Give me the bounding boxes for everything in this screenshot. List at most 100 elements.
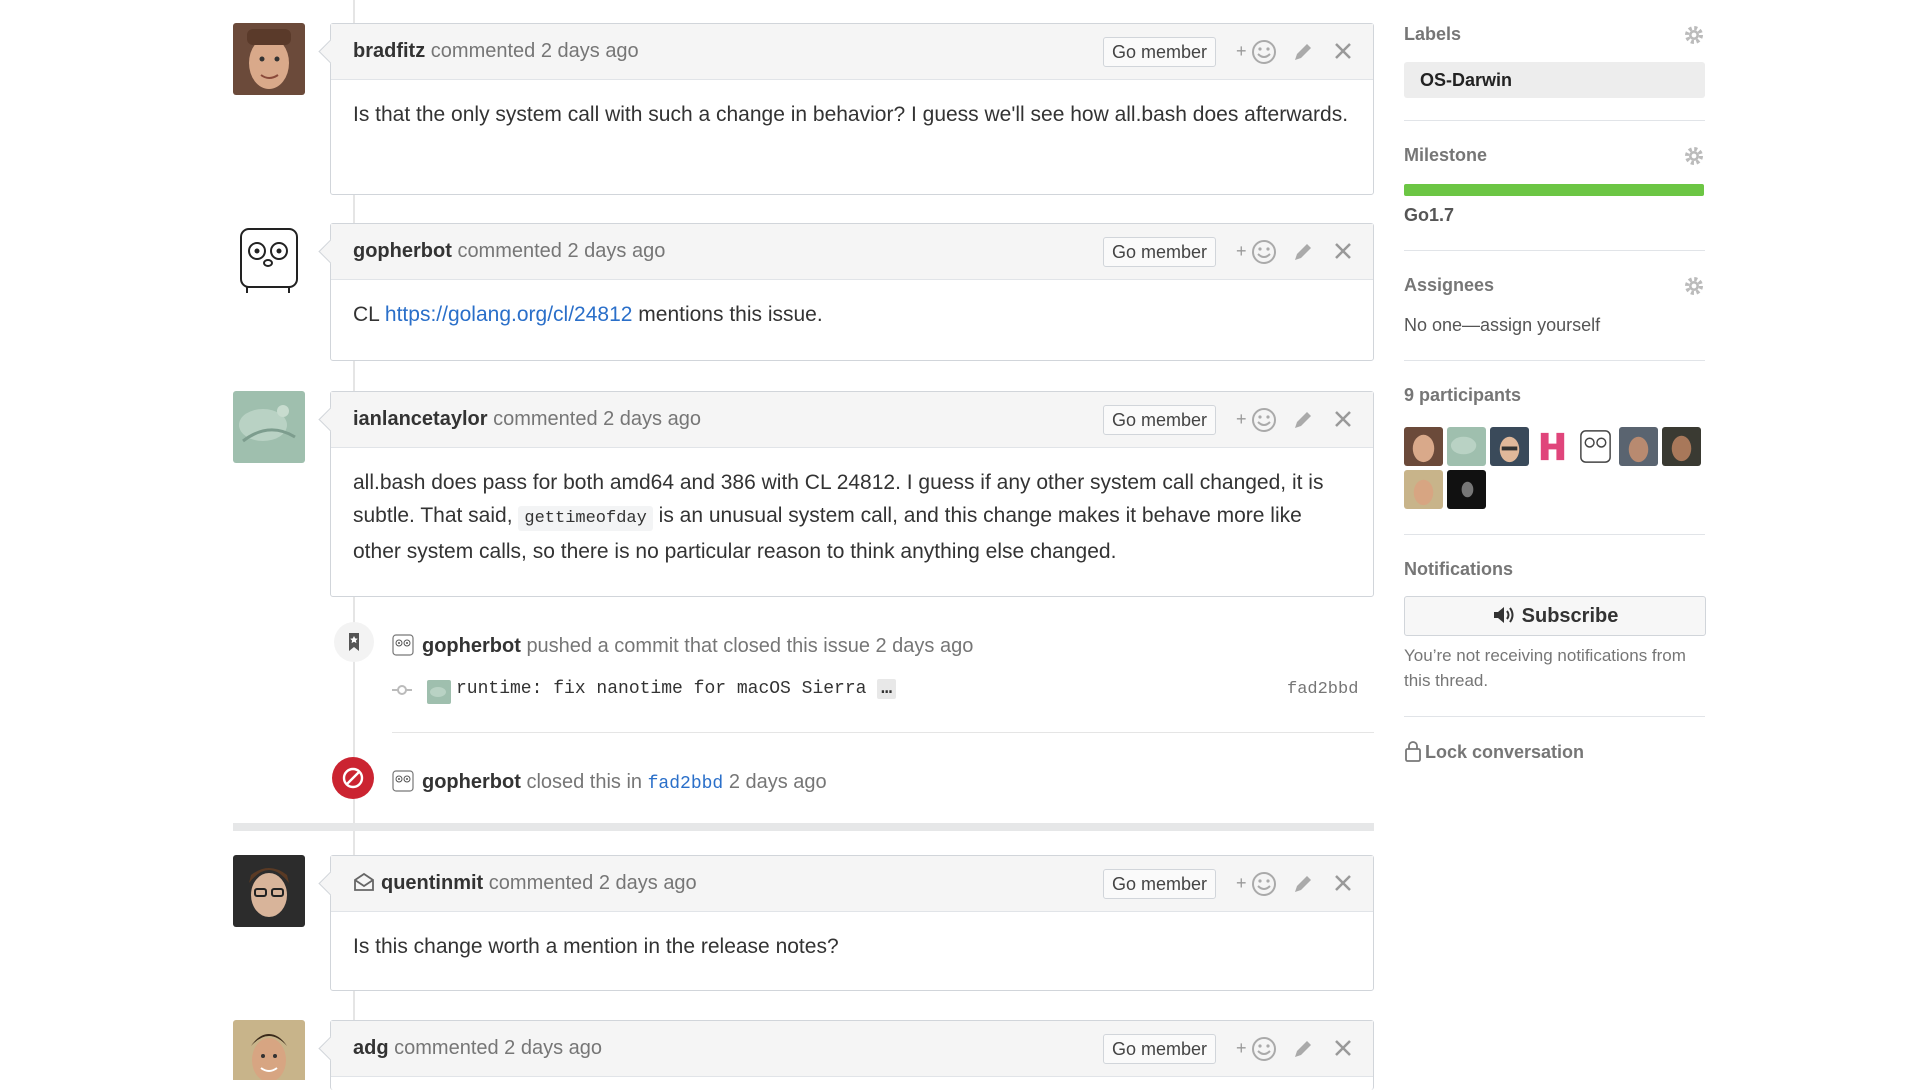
avatar-bradfitz[interactable] <box>233 23 305 95</box>
edit-icon[interactable] <box>1291 872 1315 896</box>
milestone-name[interactable]: Go1.7 <box>1404 205 1704 226</box>
participant-avatar[interactable] <box>1404 470 1443 509</box>
avatar-gopherbot[interactable] <box>233 223 305 295</box>
commit-dot-icon <box>392 680 412 700</box>
sidebar-separator <box>1404 716 1705 717</box>
event-author[interactable]: gopherbot <box>422 771 521 793</box>
closing-commit-link[interactable]: fad2bbd <box>648 774 724 794</box>
comment-author[interactable]: ianlancetaylor <box>353 408 488 430</box>
avatar-ianlancetaylor[interactable] <box>233 391 305 463</box>
svg-text:+: + <box>1236 409 1247 429</box>
member-badge: Go member <box>1103 405 1217 435</box>
milestone-gear-icon[interactable] <box>1683 145 1705 167</box>
comment-meta: gopherbot commented 2 days ago <box>353 240 665 263</box>
event-text: closed this in <box>526 771 643 793</box>
comment-author[interactable]: bradfitz <box>353 40 425 62</box>
comment-body: all.bash does pass for both amd64 and 38… <box>331 448 1373 586</box>
gopherbot-mini-avatar[interactable] <box>392 634 414 656</box>
edit-icon[interactable] <box>1291 240 1315 264</box>
email-reply-icon <box>354 872 374 891</box>
push-event: gopherbot pushed a commit that closed th… <box>392 634 973 658</box>
comment-body: CL https://golang.org/cl/24812 mentions … <box>331 280 1373 349</box>
lock-conversation-label: Lock conversation <box>1425 742 1585 762</box>
comment-timestamp[interactable]: commented 2 days ago <box>457 240 665 262</box>
comment-header: bradfitz commented 2 days ago Go member … <box>331 24 1373 80</box>
edit-icon[interactable] <box>1291 40 1315 64</box>
comment-author[interactable]: quentinmit <box>381 872 483 894</box>
event-separator <box>392 732 1374 733</box>
assignees-title: Assignees <box>1404 275 1495 295</box>
commit-message[interactable]: runtime: fix nanotime for macOS Sierra … <box>456 679 897 699</box>
subscribe-button[interactable]: Subscribe <box>1404 596 1706 636</box>
cl-link[interactable]: https://golang.org/cl/24812 <box>385 303 633 326</box>
edit-icon[interactable] <box>1291 408 1315 432</box>
comment-bradfitz: bradfitz commented 2 days ago Go member … <box>318 23 1374 195</box>
add-reaction-icon[interactable]: + <box>1236 870 1280 898</box>
gopherbot-mini-avatar[interactable] <box>392 770 414 792</box>
participant-avatar[interactable] <box>1662 427 1701 466</box>
milestone-progress-bar <box>1404 184 1704 196</box>
lock-icon <box>1405 741 1421 762</box>
sidebar-separator <box>1404 250 1705 251</box>
delete-icon[interactable] <box>1332 872 1354 894</box>
avatar-quentinmit[interactable] <box>233 855 305 927</box>
lock-conversation-link[interactable]: Lock conversation <box>1404 740 1704 763</box>
svg-text:+: + <box>1236 41 1247 61</box>
close-event: gopherbot closed this in fad2bbd 2 days … <box>392 770 827 794</box>
participant-avatar[interactable] <box>1619 427 1658 466</box>
sidebar-separator <box>1404 120 1705 121</box>
member-badge: Go member <box>1103 237 1217 267</box>
comment-timestamp[interactable]: commented 2 days ago <box>493 408 701 430</box>
comment-meta: adg commented 2 days ago <box>353 1037 602 1060</box>
comment-meta: quentinmit commented 2 days ago <box>353 872 697 895</box>
comment-timestamp[interactable]: commented 2 days ago <box>489 872 697 894</box>
assignees-gear-icon[interactable] <box>1683 275 1705 297</box>
commit-message-text[interactable]: runtime: fix nanotime for macOS Sierra <box>456 679 866 699</box>
comment-header: ianlancetaylor commented 2 days ago Go m… <box>331 392 1373 448</box>
avatar-adg[interactable] <box>233 1020 305 1080</box>
event-author[interactable]: gopherbot <box>422 635 521 657</box>
add-reaction-icon[interactable]: + <box>1236 406 1280 434</box>
comment-meta: bradfitz commented 2 days ago <box>353 40 639 63</box>
delete-icon[interactable] <box>1332 1037 1354 1059</box>
participant-avatar[interactable] <box>1533 427 1572 466</box>
comment-author[interactable]: adg <box>353 1037 389 1059</box>
participant-avatar[interactable] <box>1404 427 1443 466</box>
participant-avatar[interactable] <box>1447 427 1486 466</box>
commit-hash[interactable]: fad2bbd <box>1287 680 1358 699</box>
comment-body: Is that the only system call with such a… <box>353 103 1349 126</box>
delete-icon[interactable] <box>1332 408 1354 430</box>
event-time: 2 days ago <box>728 771 827 793</box>
comment-gopherbot: gopherbot commented 2 days ago Go member… <box>318 223 1374 361</box>
svg-text:+: + <box>1236 873 1247 893</box>
delete-icon[interactable] <box>1332 240 1354 262</box>
labels-gear-icon[interactable] <box>1683 24 1705 46</box>
notifications-title: Notifications <box>1404 559 1514 579</box>
event-text: pushed a commit that closed this issue 2… <box>526 635 974 657</box>
label-os-darwin[interactable]: OS-Darwin <box>1404 62 1705 98</box>
labels-title: Labels <box>1404 24 1462 44</box>
comment-author[interactable]: gopherbot <box>353 240 452 262</box>
inline-code: gettimeofday <box>518 506 653 531</box>
add-reaction-icon[interactable]: + <box>1236 238 1280 266</box>
svg-text:+: + <box>1236 241 1247 261</box>
comment-quentinmit: quentinmit commented 2 days ago Go membe… <box>318 855 1374 991</box>
participant-avatar[interactable] <box>1576 427 1615 466</box>
closed-issue-icon <box>342 767 364 789</box>
committer-avatar[interactable] <box>427 680 451 704</box>
participant-avatar[interactable] <box>1490 427 1529 466</box>
delete-icon[interactable] <box>1332 40 1354 62</box>
member-badge: Go member <box>1103 37 1217 67</box>
commit-expand-button[interactable]: … <box>877 679 897 699</box>
milestone-progress-fill <box>1404 184 1704 196</box>
add-reaction-icon[interactable]: + <box>1236 1035 1280 1063</box>
add-reaction-icon[interactable]: + <box>1236 38 1280 66</box>
comment-body: Is this change worth a mention in the re… <box>353 935 839 958</box>
participant-avatar[interactable] <box>1447 470 1486 509</box>
comment-timestamp[interactable]: commented 2 days ago <box>394 1037 602 1059</box>
edit-icon[interactable] <box>1291 1037 1315 1061</box>
comment-timestamp[interactable]: commented 2 days ago <box>431 40 639 62</box>
assign-yourself-link[interactable]: No one—assign yourself <box>1404 315 1704 336</box>
comment-text: mentions this issue. <box>638 303 823 326</box>
comment-meta: ianlancetaylor commented 2 days ago <box>353 408 701 431</box>
